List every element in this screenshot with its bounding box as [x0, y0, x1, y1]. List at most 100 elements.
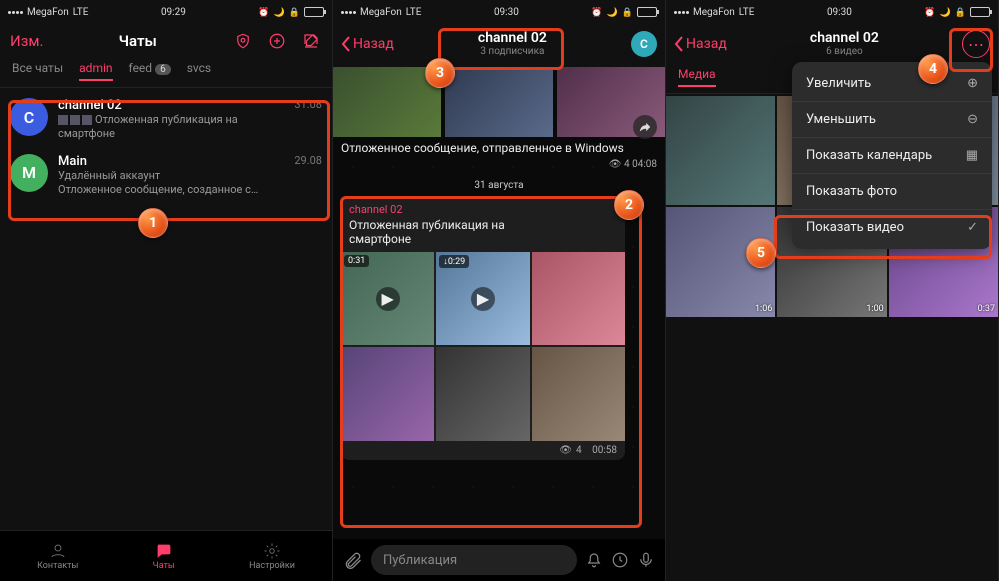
chat-name: channel 02 [58, 98, 122, 113]
media-thumb[interactable] [532, 347, 625, 440]
screen-media: MegaFon LTE 09:30 Назад channel 02 6 вид… [666, 0, 999, 581]
check-icon: ✓ [967, 220, 978, 235]
menu-show-video[interactable]: Показать видео✓ [792, 209, 992, 245]
menu-zoom-in[interactable]: Увеличить⊕ [792, 66, 992, 101]
chat-item-channel02[interactable]: C channel 0231.08 Отложенная публикация … [6, 92, 326, 148]
messages-area[interactable]: Отложенное сообщение, отправленное в Win… [333, 67, 665, 542]
signal-icon [341, 11, 356, 14]
media-thumb[interactable]: 0:29▶ [436, 252, 529, 345]
feed-badge: 6 [155, 64, 171, 75]
media-thumb[interactable] [436, 347, 529, 440]
clock: 09:30 [827, 7, 852, 18]
silent-icon[interactable] [585, 551, 603, 569]
edit-button[interactable]: Изм. [10, 32, 43, 50]
channel-header: Назад channel 02 3 подписчика C [333, 21, 665, 67]
folder-tabs: Все чаты admin feed6 svcs [0, 61, 332, 88]
status-bar: MegaFon LTE 09:30 [666, 0, 998, 21]
post-media-grid: 0:31▶ 0:29▶ [341, 252, 625, 441]
lock-icon [955, 7, 966, 18]
channel-title: channel 02 [478, 31, 547, 46]
composer-input[interactable]: Публикация [371, 545, 577, 575]
post-meta: 👁 4 00:58 [341, 441, 625, 460]
date-separator: 31 августа [333, 176, 665, 195]
composer-bar: Публикация [333, 539, 665, 581]
media-title-block: channel 02 6 видео [810, 31, 879, 57]
tab-all[interactable]: Все чаты [12, 61, 63, 81]
post-text: Отложенная публикация насмартфоне [341, 218, 625, 252]
tabbar-contacts[interactable]: Контакты [37, 542, 78, 571]
media-subtitle: 6 видео [810, 46, 879, 57]
menu-calendar[interactable]: Показать календарь▦ [792, 137, 992, 173]
avatar: C [10, 98, 48, 136]
message-meta: 👁 4 04:08 [333, 157, 665, 176]
menu-show-photo[interactable]: Показать фото [792, 173, 992, 209]
signal-icon [674, 11, 689, 14]
tabbar-settings[interactable]: Настройки [249, 542, 295, 571]
play-icon: ▶ [341, 252, 434, 345]
chat-date: 31.08 [294, 98, 322, 113]
status-bar: MegaFon LTE 09:29 [0, 0, 332, 21]
media-thumb[interactable]: 0:31▶ [341, 252, 434, 345]
attach-icon[interactable] [343, 550, 363, 570]
chat-preview-line1: Удалённый аккаунт [58, 169, 322, 183]
channel-subtitle: 3 подписчика [478, 46, 547, 57]
moon-icon [940, 7, 951, 18]
media-thumb[interactable] [532, 252, 625, 345]
more-button[interactable]: ⋯ [962, 30, 990, 58]
clock: 09:29 [161, 7, 186, 18]
chat-name: Main [58, 154, 87, 169]
bottom-tabbar: Контакты Чаты Настройки [0, 530, 332, 581]
battery-icon [304, 7, 324, 17]
chat-item-main[interactable]: M Main29.08 Удалённый аккаунт Отложенное… [6, 148, 326, 204]
network-label: LTE [406, 7, 422, 18]
contacts-icon [48, 542, 68, 560]
schedule-icon[interactable] [611, 551, 629, 569]
chat-date: 29.08 [294, 154, 322, 169]
tab-feed[interactable]: feed6 [129, 61, 171, 81]
new-channel-icon[interactable] [266, 30, 288, 52]
chat-list: C channel 0231.08 Отложенная публикация … [0, 88, 332, 207]
composer-placeholder: Публикация [383, 553, 457, 568]
network-label: LTE [739, 7, 755, 18]
back-button[interactable]: Назад [674, 36, 727, 52]
screen-chats: MegaFon LTE 09:29 Изм. Чаты [0, 0, 333, 581]
status-bar: MegaFon LTE 09:30 [333, 0, 665, 21]
message-text: Отложенное сообщение, отправленное в Win… [333, 137, 665, 157]
chat-preview-line2: Отложенное сообщение, созданное с… [58, 183, 322, 197]
tab-media[interactable]: Медиа [678, 67, 716, 87]
alarm-icon [591, 7, 602, 18]
step-badge-5: 5 [746, 238, 776, 268]
channel-title-block[interactable]: channel 02 3 подписчика [478, 31, 547, 57]
back-button[interactable]: Назад [341, 36, 394, 52]
menu-zoom-out[interactable]: Уменьшить⊖ [792, 101, 992, 137]
play-icon: ▶ [436, 252, 529, 345]
clock: 09:30 [494, 7, 519, 18]
settings-icon [262, 542, 282, 560]
scheduled-post-card[interactable]: channel 02 Отложенная публикация насмарт… [341, 197, 625, 460]
minus-magnify-icon: ⊖ [967, 112, 978, 127]
gallery-item[interactable] [666, 96, 775, 205]
media-thumb[interactable] [341, 347, 434, 440]
moon-icon [607, 7, 618, 18]
channel-avatar[interactable]: C [631, 31, 657, 57]
proxy-icon[interactable] [232, 30, 254, 52]
page-title: Чаты [119, 32, 157, 50]
tab-admin[interactable]: admin [79, 61, 112, 81]
network-label: LTE [73, 7, 89, 18]
battery-icon [637, 7, 657, 17]
mic-icon[interactable] [637, 551, 655, 569]
tab-svcs[interactable]: svcs [187, 61, 211, 81]
battery-icon [970, 7, 990, 17]
message-media-album[interactable] [333, 67, 665, 137]
plus-magnify-icon: ⊕ [967, 76, 978, 91]
lock-icon [622, 7, 633, 18]
media-title: channel 02 [810, 31, 879, 46]
compose-icon[interactable] [300, 30, 322, 52]
forward-button[interactable] [633, 115, 657, 139]
carrier-label: MegaFon [360, 7, 402, 18]
signal-icon [8, 11, 23, 14]
alarm-icon [258, 7, 269, 18]
lock-icon [289, 7, 300, 18]
tabbar-chats[interactable]: Чаты [153, 542, 175, 571]
main-header: Изм. Чаты [0, 21, 332, 61]
